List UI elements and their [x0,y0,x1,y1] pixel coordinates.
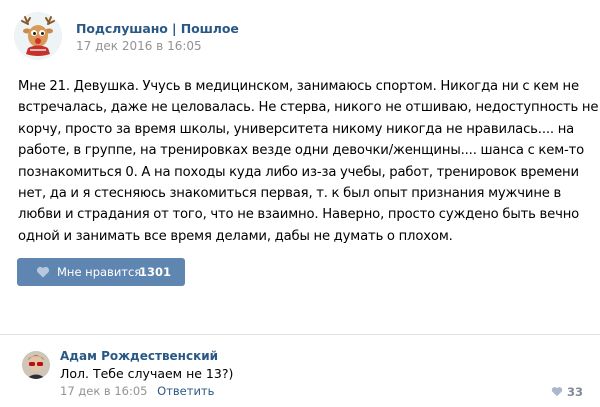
post-text-line: познакомиться 0. А на походы куда либо и… [18,164,579,180]
post-date[interactable]: 17 дек 2016 в 16:05 [76,39,202,53]
post-text-line: корчу, просто за время школы, университе… [18,121,575,137]
like-label: Мне нравится [57,265,142,279]
comment-meta: 17 дек в 16:05 Ответить [60,384,214,398]
reply-link[interactable]: Ответить [157,384,214,398]
post-text: Мне 21. Девушка. Учусь в медицинском, за… [18,76,599,247]
comment-text: Лол. Тебе случаем не 13?) [60,366,234,381]
comments-divider [0,334,600,335]
like-count: 1301 [139,265,172,279]
post-text-line: любви и страдания от того, что не взаимн… [18,207,580,223]
post-text-line: Мне 21. Девушка. Учусь в медицинском, за… [18,79,579,94]
like-button[interactable]: Мне нравится 1301 [17,258,185,286]
comment-like-count: 33 [567,385,584,399]
user-photo-icon [22,351,50,379]
post-text-line: нет, да и я стесняюсь знакомиться первая… [18,186,562,202]
heart-icon [36,266,50,278]
post-text-line: встречалась, даже не целовалась. Не стер… [18,100,599,116]
post-text-line: одной и занимать все время делами, дабы … [18,228,453,244]
comment-author[interactable]: Адам Рождественский [60,349,218,363]
comment-like-button[interactable]: 33 [551,385,591,399]
heart-icon [551,387,563,397]
commenter-avatar[interactable] [22,351,50,379]
comment-date[interactable]: 17 дек в 16:05 [60,384,148,398]
deer-avatar-icon [14,12,62,60]
community-avatar[interactable] [14,12,62,60]
post-author[interactable]: Подслушано | Пошлое [76,21,239,36]
post-text-line: работе, в группе, на тренировках везде о… [18,143,585,159]
